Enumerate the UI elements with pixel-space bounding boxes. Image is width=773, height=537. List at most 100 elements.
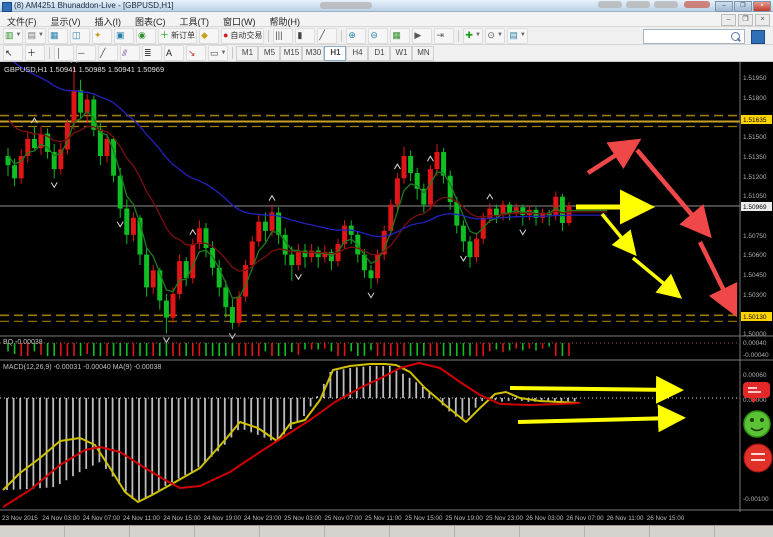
- auto-scroll-button[interactable]: ▶: [412, 27, 433, 44]
- terminal-button[interactable]: ▣: [113, 27, 134, 44]
- overlapping-window-fragment: [626, 1, 650, 8]
- svg-text:1.50450: 1.50450: [743, 272, 767, 279]
- svg-text:1.50130: 1.50130: [743, 314, 767, 321]
- indicators-button[interactable]: ✚ ▼: [463, 27, 484, 44]
- horizontal-line-tool-button[interactable]: ─: [76, 45, 96, 61]
- svg-text:1.51800: 1.51800: [743, 95, 767, 102]
- svg-text:0.00060: 0.00060: [743, 372, 767, 379]
- overlapping-window-fragment: [684, 1, 710, 8]
- mdi-close-button[interactable]: ×: [755, 14, 770, 26]
- autotrading-button[interactable]: ● 自动交易: [220, 27, 265, 44]
- tile-windows-button[interactable]: ▦: [390, 27, 411, 44]
- autotrading-icon: ●: [222, 30, 229, 40]
- fibonacci-tool-button[interactable]: ≣: [142, 45, 162, 61]
- svg-text:24 Nov 03:00: 24 Nov 03:00: [42, 515, 80, 522]
- zoom-in-icon: ⊕: [348, 30, 356, 40]
- line-chart-button[interactable]: ╱: [317, 27, 338, 44]
- chart-canvas[interactable]: 1.51950 1.51800 1.51500 1.51350 1.51200 1.510…: [0, 62, 773, 525]
- chart-shift-button[interactable]: ⇥: [434, 27, 455, 44]
- crosshair-tool-button[interactable]: ＋: [25, 45, 45, 61]
- mdi-restore-button[interactable]: ❐: [738, 14, 753, 26]
- search-box: [643, 29, 745, 44]
- new-order-button[interactable]: ＋新订单: [157, 27, 197, 44]
- svg-text:1.50000: 1.50000: [743, 331, 767, 338]
- navigator-icon: ✦: [93, 30, 102, 40]
- line-chart-icon: ╱: [319, 30, 325, 40]
- search-icon[interactable]: [731, 32, 740, 41]
- trendline-tool-button[interactable]: ╱: [98, 45, 118, 61]
- help-book-icon[interactable]: [751, 30, 765, 44]
- svg-text:1.50750: 1.50750: [743, 233, 767, 240]
- svg-text:1.51350: 1.51350: [743, 154, 767, 161]
- trendline-tool-icon: ╱: [100, 47, 106, 58]
- text-tool-icon: A: [166, 47, 173, 58]
- svg-text:24 Nov 07:00: 24 Nov 07:00: [83, 515, 121, 522]
- timeframe-m5-button[interactable]: M5: [258, 45, 281, 61]
- navigator-button[interactable]: ✦: [91, 27, 112, 44]
- timeframe-d1-button[interactable]: D1: [368, 45, 391, 61]
- svg-text:25 Nov 23:00: 25 Nov 23:00: [486, 515, 524, 522]
- timeframe-mn-button[interactable]: MN: [412, 45, 435, 61]
- vertical-line-tool-button[interactable]: │: [54, 45, 74, 61]
- fibonacci-tool-icon: ≣: [144, 47, 152, 58]
- svg-text:26 Nov 11:00: 26 Nov 11:00: [607, 515, 644, 522]
- new-chart-button[interactable]: ▥ ▼: [3, 27, 24, 44]
- minimize-button[interactable]: –: [715, 1, 733, 12]
- profiles-button[interactable]: ▤ ▼: [25, 27, 46, 44]
- text-tool-button[interactable]: A: [164, 45, 184, 61]
- timeframe-m30-button[interactable]: M30: [302, 45, 325, 61]
- svg-text:24 Nov 15:00: 24 Nov 15:00: [163, 515, 201, 522]
- close-button[interactable]: ×: [753, 1, 771, 12]
- toolbar-separator: [49, 47, 50, 59]
- strategy-tester-button[interactable]: ◉: [135, 27, 156, 44]
- mdi-minimize-button[interactable]: –: [721, 14, 736, 26]
- chevron-down-icon: ▼: [496, 32, 503, 38]
- toolbar-separator: [232, 47, 234, 59]
- svg-text:25 Nov 03:00: 25 Nov 03:00: [284, 515, 322, 522]
- cursor-tool-button[interactable]: ↖: [3, 45, 23, 61]
- timeframe-h1-button[interactable]: H1: [324, 45, 347, 61]
- svg-text:1.51500: 1.51500: [743, 134, 767, 141]
- timeframe-h4-button[interactable]: H4: [346, 45, 369, 61]
- bq-indicator-label: BQ -0.00038: [3, 339, 43, 346]
- svg-text:23 Nov 2015: 23 Nov 2015: [2, 515, 38, 522]
- overlapping-window-fragment: [654, 1, 678, 8]
- data-window-button[interactable]: ◫: [69, 27, 90, 44]
- chart-window: 1.51950 1.51800 1.51500 1.51350 1.51200 1.510…: [0, 62, 773, 525]
- svg-text:1.50600: 1.50600: [743, 252, 767, 259]
- candlestick-chart-button[interactable]: ▮: [295, 27, 316, 44]
- restore-button[interactable]: ❐: [734, 1, 752, 12]
- search-input[interactable]: [644, 31, 730, 42]
- periods-button[interactable]: ⊙ ▼: [485, 27, 506, 44]
- market-watch-button[interactable]: ▦: [47, 27, 68, 44]
- metaeditor-icon: ◆: [200, 30, 208, 40]
- auto-scroll-icon: ▶: [414, 30, 422, 40]
- arrows-tool-button[interactable]: ↘: [186, 45, 206, 61]
- svg-text:25 Nov 19:00: 25 Nov 19:00: [445, 515, 483, 522]
- tile-windows-icon: ▦: [392, 30, 401, 40]
- app-icon: [2, 2, 12, 12]
- shapes-tool-button[interactable]: ▭ ▼: [208, 45, 229, 61]
- overlapping-window-fragment: [598, 1, 622, 8]
- templates-button[interactable]: ▤ ▼: [507, 27, 528, 44]
- toolbar-separator: [268, 29, 270, 42]
- new-chart-icon: ▥: [5, 30, 14, 40]
- svg-text:26 Nov 03:00: 26 Nov 03:00: [526, 515, 564, 522]
- window-title: (8) AM4251 Bhunaddon-Live - [GBPUSD,H1]: [14, 1, 174, 10]
- svg-text:24 Nov 19:00: 24 Nov 19:00: [204, 515, 242, 522]
- svg-text:26 Nov 07:00: 26 Nov 07:00: [566, 515, 604, 522]
- timeframe-m1-button[interactable]: M1: [236, 45, 259, 61]
- zoom-in-button[interactable]: ⊕: [346, 27, 367, 44]
- chevron-down-icon: ▼: [15, 32, 22, 38]
- timeframe-m15-button[interactable]: M15: [280, 45, 303, 61]
- toolbar-separator: [458, 29, 460, 42]
- bar-chart-button[interactable]: |||: [273, 27, 294, 44]
- svg-text:1.50300: 1.50300: [743, 292, 767, 299]
- channel-tool-button[interactable]: ⫻: [120, 45, 140, 61]
- timeframe-w1-button[interactable]: W1: [390, 45, 413, 61]
- overlapping-window-fragment: [320, 2, 372, 9]
- shapes-tool-icon: ▭: [210, 47, 219, 58]
- svg-text:1.51050: 1.51050: [743, 193, 767, 200]
- metaeditor-button[interactable]: ◆: [198, 27, 219, 44]
- zoom-out-button[interactable]: ⊖: [368, 27, 389, 44]
